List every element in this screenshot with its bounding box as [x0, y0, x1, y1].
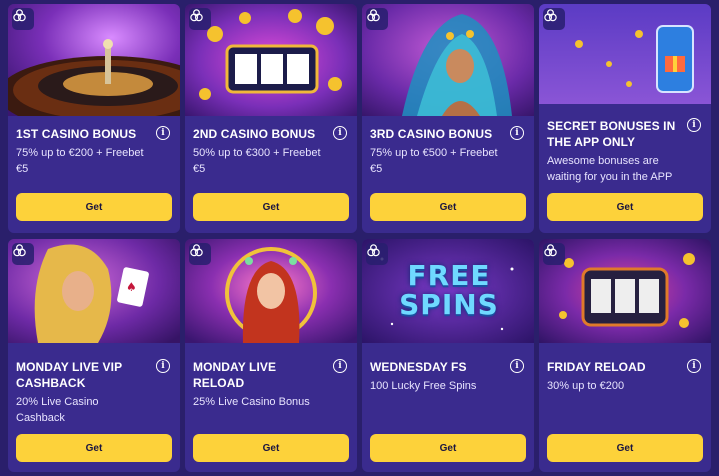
bonus-card-friday-reload: FRIDAY RELOAD 30% up to €200 i Get: [539, 239, 711, 472]
free-spins-logo: FREE SPINS: [399, 259, 499, 321]
get-button[interactable]: Get: [16, 434, 172, 462]
get-button[interactable]: Get: [16, 193, 172, 221]
bonus-type-icon: [543, 243, 565, 265]
bonus-card-1st-casino: 1ST CASINO BONUS 75% up to €200 + Freebe…: [8, 4, 180, 233]
card-title: MONDAY LIVE VIP CASHBACK: [16, 360, 122, 390]
card-description: Awesome bonuses are waiting for you in t…: [547, 155, 673, 183]
svg-text:♠: ♠: [126, 280, 137, 294]
info-icon[interactable]: i: [156, 359, 170, 373]
info-icon[interactable]: i: [333, 126, 347, 140]
card-title: FRIDAY RELOAD: [547, 360, 646, 374]
get-button[interactable]: Get: [547, 193, 703, 221]
get-button[interactable]: Get: [193, 193, 349, 221]
card-description: 75% up to €500 + Freebet €5: [370, 147, 498, 175]
bonus-type-icon: [189, 243, 211, 265]
bonus-card-2nd-casino: 2ND CASINO BONUS 50% up to €300 + Freebe…: [185, 4, 357, 233]
carnival-dancer-image: [362, 4, 534, 116]
info-icon[interactable]: i: [510, 359, 524, 373]
roulette-image: [8, 4, 180, 116]
bonus-type-icon: [366, 243, 388, 265]
bonus-card-3rd-casino: 3RD CASINO BONUS 75% up to €500 + Freebe…: [362, 4, 534, 233]
get-button[interactable]: Get: [370, 193, 526, 221]
info-icon[interactable]: i: [687, 118, 701, 132]
card-description: 25% Live Casino Bonus: [193, 396, 310, 408]
get-button[interactable]: Get: [547, 434, 703, 462]
bonus-grid: 1ST CASINO BONUS 75% up to €200 + Freebe…: [8, 4, 719, 476]
bonus-card-secret-app: SECRET BONUSES IN THE APP ONLY Awesome b…: [539, 4, 711, 233]
woman-ace-card-image: ♠: [8, 239, 180, 343]
bonus-card-monday-live-vip: ♠ MONDAY LIVE VIP CASHBACK 20% Live Casi…: [8, 239, 180, 472]
info-icon[interactable]: i: [156, 126, 170, 140]
card-description: 30% up to €200: [547, 380, 625, 392]
bonus-type-icon: [189, 8, 211, 30]
card-description: 20% Live Casino Cashback: [16, 396, 99, 424]
bonus-type-icon: [12, 243, 34, 265]
bonus-card-monday-live-reload: MONDAY LIVE RELOAD 25% Live Casino Bonus…: [185, 239, 357, 472]
free-spins-image: FREE SPINS: [362, 239, 534, 343]
card-title: 3RD CASINO BONUS: [370, 127, 493, 141]
bonus-type-icon: [543, 8, 565, 30]
red-hair-woman-image: [185, 239, 357, 343]
bonus-type-icon: [366, 8, 388, 30]
info-icon[interactable]: i: [333, 359, 347, 373]
card-description: 75% up to €200 + Freebet €5: [16, 147, 144, 175]
card-title: 1ST CASINO BONUS: [16, 127, 137, 141]
info-icon[interactable]: i: [687, 359, 701, 373]
card-title: WEDNESDAY FS: [370, 360, 467, 374]
get-button[interactable]: Get: [193, 434, 349, 462]
slot-machine-image: [539, 239, 711, 343]
card-description: 50% up to €300 + Freebet €5: [193, 147, 321, 175]
card-title: MONDAY LIVE RELOAD: [193, 360, 277, 390]
phone-gift-image: [539, 4, 711, 104]
info-icon[interactable]: i: [510, 126, 524, 140]
bonus-card-wednesday-fs: FREE SPINS WEDNESDAY FS 100 Lucky Free S…: [362, 239, 534, 472]
card-title: SECRET BONUSES IN THE APP ONLY: [547, 119, 676, 149]
get-button[interactable]: Get: [370, 434, 526, 462]
card-title: 2ND CASINO BONUS: [193, 127, 316, 141]
card-description: 100 Lucky Free Spins: [370, 380, 477, 392]
bonus-type-icon: [12, 8, 34, 30]
slot-reels-image: [185, 4, 357, 116]
